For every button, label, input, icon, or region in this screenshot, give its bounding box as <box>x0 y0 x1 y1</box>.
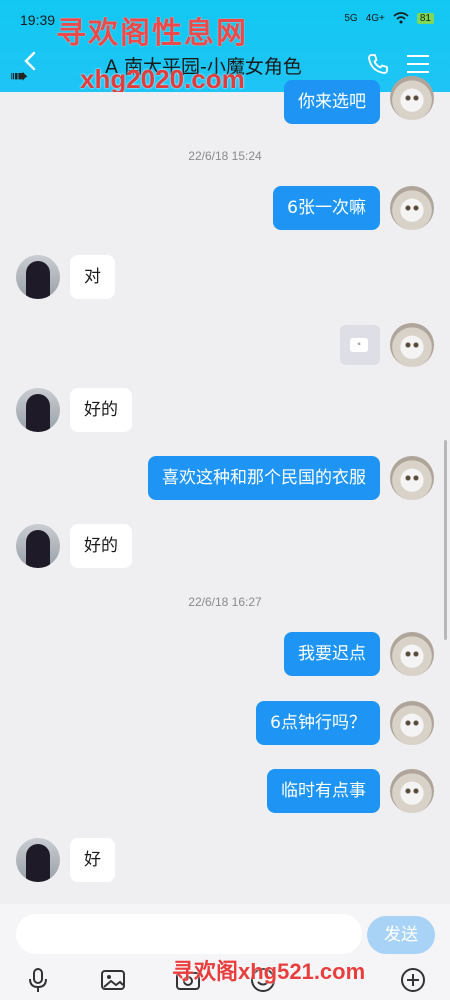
network-5g-label: 5G <box>344 12 358 24</box>
chat-area: 你来选吧 22/6/18 15:24 6张一次嘛 对 ▪ 好的 喜欢这种和那个民… <box>0 76 450 904</box>
watermark-site-name: 寻欢阁性息网 <box>56 16 248 51</box>
sent-bubble[interactable]: 6点钟行吗？ <box>256 701 380 745</box>
contact-avatar[interactable] <box>16 524 60 568</box>
chat-header: 19:39 5G 4G+ 81 寻欢阁性息网 ➠ A 南大平园-小魔女角色 xh… <box>0 0 450 92</box>
phone-call-icon[interactable] <box>366 52 390 76</box>
sent-bubble[interactable]: 6张一次嘛 <box>273 186 380 230</box>
received-bubble[interactable]: 好的 <box>70 524 132 568</box>
status-indicators: 5G 4G+ 81 <box>344 12 434 24</box>
arrow-decor-icon: ➠ <box>10 64 29 89</box>
send-button[interactable]: 发送 <box>367 916 435 954</box>
contact-avatar[interactable] <box>16 838 60 882</box>
microphone-icon[interactable] <box>24 966 52 994</box>
received-bubble[interactable]: 好 <box>70 838 115 882</box>
chat-scrollbar[interactable] <box>444 440 447 640</box>
my-avatar[interactable] <box>390 769 434 813</box>
status-time: 19:39 <box>20 12 56 28</box>
timestamp: 22/6/18 16:27 <box>188 595 262 609</box>
my-avatar[interactable] <box>390 456 434 500</box>
my-avatar[interactable] <box>390 76 434 120</box>
my-avatar[interactable] <box>390 323 434 367</box>
contact-avatar[interactable] <box>16 255 60 299</box>
watermark-url-bottom: 寻欢阁xhg521.com <box>172 959 366 984</box>
received-bubble[interactable]: 好的 <box>70 388 132 432</box>
battery-indicator: 81 <box>416 12 434 24</box>
my-avatar[interactable] <box>390 186 434 230</box>
add-icon[interactable] <box>399 966 427 994</box>
received-bubble[interactable]: 对 <box>70 255 115 299</box>
message-input[interactable] <box>16 914 362 954</box>
my-avatar[interactable] <box>390 632 434 676</box>
sent-bubble[interactable]: 临时有点事 <box>267 769 380 813</box>
network-4g-label: 4G+ <box>365 12 385 24</box>
sent-bubble[interactable]: 喜欢这种和那个民国的衣服 <box>148 456 380 500</box>
image-placeholder[interactable]: ▪ <box>340 325 380 365</box>
watermark-url-top: xhg2020.com <box>80 64 245 92</box>
menu-icon[interactable] <box>407 55 429 73</box>
my-avatar[interactable] <box>390 701 434 745</box>
timestamp: 22/6/18 15:24 <box>188 149 262 163</box>
sent-bubble[interactable]: 你来选吧 <box>284 80 380 124</box>
sent-bubble[interactable]: 我要迟点 <box>284 632 380 676</box>
image-placeholder-icon: ▪ <box>350 338 368 352</box>
image-icon[interactable] <box>99 966 127 994</box>
contact-avatar[interactable] <box>16 388 60 432</box>
wifi-icon <box>393 12 409 24</box>
